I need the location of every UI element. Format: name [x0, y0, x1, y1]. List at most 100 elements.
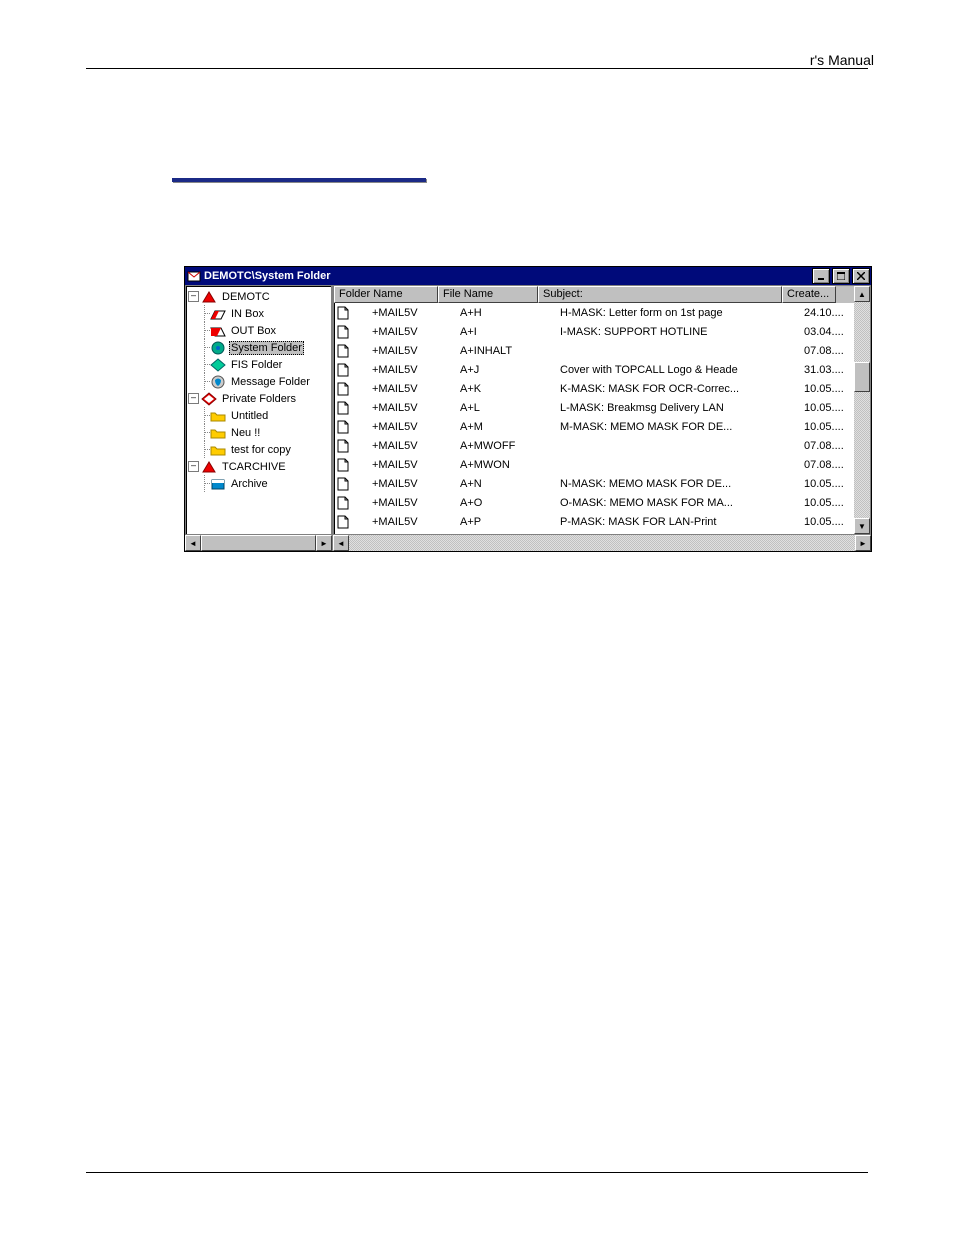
cell-created: 31.03....: [800, 364, 854, 376]
document-icon: [334, 401, 352, 415]
system-folder-icon: [210, 341, 226, 355]
tree-toggle[interactable]: –: [188, 461, 199, 472]
cell-file: A+MWON: [456, 459, 556, 471]
table-row[interactable]: +MAIL5VA+OO-MASK: MEMO MASK FOR MA...10.…: [334, 493, 854, 512]
cell-folder: +MAIL5V: [352, 516, 456, 528]
tree-untitled[interactable]: Untitled: [186, 407, 331, 424]
document-icon: [334, 439, 352, 453]
column-headers[interactable]: Folder Name File Name Subject: Create...: [334, 286, 854, 303]
tree-toggle[interactable]: –: [188, 393, 199, 404]
cell-folder: +MAIL5V: [352, 478, 456, 490]
document-icon: [334, 306, 352, 320]
maximize-button[interactable]: [832, 268, 850, 284]
cell-file: A+H: [456, 307, 556, 319]
cell-created: 07.08....: [800, 345, 854, 357]
scroll-up-button[interactable]: ▲: [854, 286, 870, 302]
document-icon: [334, 496, 352, 510]
tree-inbox[interactable]: IN Box: [186, 305, 331, 322]
folder-tree[interactable]: – DEMOTC IN Box: [185, 285, 332, 535]
table-row[interactable]: +MAIL5VA+KK-MASK: MASK FOR OCR-Correc...…: [334, 379, 854, 398]
cell-created: 10.05....: [800, 383, 854, 395]
cell-folder: +MAIL5V: [352, 497, 456, 509]
cell-created: 07.08....: [800, 440, 854, 452]
cell-created: 10.05....: [800, 478, 854, 490]
scroll-left-button[interactable]: ◄: [185, 535, 201, 551]
file-list[interactable]: +MAIL5VA+HH-MASK: Letter form on 1st pag…: [334, 303, 854, 534]
scroll-left-button[interactable]: ◄: [333, 535, 349, 551]
cell-folder: +MAIL5V: [352, 307, 456, 319]
cell-file: A+I: [456, 326, 556, 338]
folder-window: DEMOTC\System Folder –: [184, 266, 872, 552]
server-icon: [201, 290, 217, 304]
server-icon: [201, 460, 217, 474]
col-subject-header[interactable]: Subject:: [538, 286, 782, 303]
table-row[interactable]: +MAIL5VA+INHALT07.08....: [334, 341, 854, 360]
cell-created: 10.05....: [800, 402, 854, 414]
window-title: DEMOTC\System Folder: [204, 270, 811, 282]
col-file-header[interactable]: File Name: [438, 286, 538, 303]
tree-message-folder[interactable]: Message Folder: [186, 373, 331, 390]
document-icon: [334, 458, 352, 472]
cell-file: A+J: [456, 364, 556, 376]
tree-fis-folder[interactable]: FIS Folder: [186, 356, 331, 373]
cell-folder: +MAIL5V: [352, 345, 456, 357]
scroll-right-button[interactable]: ►: [316, 535, 332, 551]
cell-subject: M-MASK: MEMO MASK FOR DE...: [556, 421, 800, 433]
minimize-button[interactable]: [812, 268, 830, 284]
archive-icon: [210, 477, 226, 491]
cell-created: 10.05....: [800, 497, 854, 509]
cell-folder: +MAIL5V: [352, 326, 456, 338]
cell-file: A+N: [456, 478, 556, 490]
cell-folder: +MAIL5V: [352, 421, 456, 433]
cell-created: 10.05....: [800, 516, 854, 528]
tree-toggle[interactable]: –: [188, 291, 199, 302]
table-row[interactable]: +MAIL5VA+MM-MASK: MEMO MASK FOR DE...10.…: [334, 417, 854, 436]
folder-icon: [210, 443, 226, 457]
cell-created: 10.05....: [800, 421, 854, 433]
folder-icon: [210, 409, 226, 423]
document-icon: [334, 515, 352, 529]
tree-outbox[interactable]: OUT Box: [186, 322, 331, 339]
document-icon: [334, 325, 352, 339]
list-vscrollbar[interactable]: ▲ ▼: [854, 286, 870, 534]
table-row[interactable]: +MAIL5VA+II-MASK: SUPPORT HOTLINE03.04..…: [334, 322, 854, 341]
tree-hscrollbar[interactable]: ◄ ►: [185, 535, 332, 551]
cell-folder: +MAIL5V: [352, 402, 456, 414]
cell-subject: O-MASK: MEMO MASK FOR MA...: [556, 497, 800, 509]
table-row[interactable]: +MAIL5VA+LL-MASK: Breakmsg Delivery LAN1…: [334, 398, 854, 417]
document-icon: [334, 344, 352, 358]
tree-test-copy[interactable]: test for copy: [186, 441, 331, 458]
document-icon: [334, 363, 352, 377]
tree-private-folders[interactable]: – Private Folders: [186, 390, 331, 407]
app-icon: [187, 269, 201, 283]
list-hscrollbar[interactable]: ◄ ►: [333, 535, 871, 551]
header-rule: [86, 68, 868, 69]
tree-archive[interactable]: Archive: [186, 475, 331, 492]
tree-neu[interactable]: Neu !!: [186, 424, 331, 441]
scroll-thumb[interactable]: [854, 362, 870, 392]
cell-subject: H-MASK: Letter form on 1st page: [556, 307, 800, 319]
cell-folder: +MAIL5V: [352, 383, 456, 395]
cell-file: A+P: [456, 516, 556, 528]
cell-file: A+K: [456, 383, 556, 395]
message-folder-icon: [210, 375, 226, 389]
table-row[interactable]: +MAIL5VA+HH-MASK: Letter form on 1st pag…: [334, 303, 854, 322]
table-row[interactable]: +MAIL5VA+PP-MASK: MASK FOR LAN-Print10.0…: [334, 512, 854, 531]
table-row[interactable]: +MAIL5VA+MWOFF07.08....: [334, 436, 854, 455]
tree-root-tcarchive[interactable]: – TCARCHIVE: [186, 458, 331, 475]
col-folder-header[interactable]: Folder Name: [334, 286, 438, 303]
table-row[interactable]: +MAIL5VA+MWON07.08....: [334, 455, 854, 474]
col-created-header[interactable]: Create...: [782, 286, 836, 303]
table-row[interactable]: +MAIL5VA+PBAKP-MASK: MASK FOR LAN-Print1…: [334, 531, 854, 534]
tree-system-folder[interactable]: System Folder: [186, 339, 331, 356]
document-icon: [334, 477, 352, 491]
tree-root-demotc[interactable]: – DEMOTC: [186, 288, 331, 305]
scroll-down-button[interactable]: ▼: [854, 518, 870, 534]
scroll-right-button[interactable]: ►: [855, 535, 871, 551]
close-button[interactable]: [852, 268, 870, 284]
cell-folder: +MAIL5V: [352, 440, 456, 452]
cell-created: 03.04....: [800, 326, 854, 338]
table-row[interactable]: +MAIL5VA+NN-MASK: MEMO MASK FOR DE...10.…: [334, 474, 854, 493]
table-row[interactable]: +MAIL5VA+JCover with TOPCALL Logo & Head…: [334, 360, 854, 379]
titlebar[interactable]: DEMOTC\System Folder: [185, 267, 871, 285]
